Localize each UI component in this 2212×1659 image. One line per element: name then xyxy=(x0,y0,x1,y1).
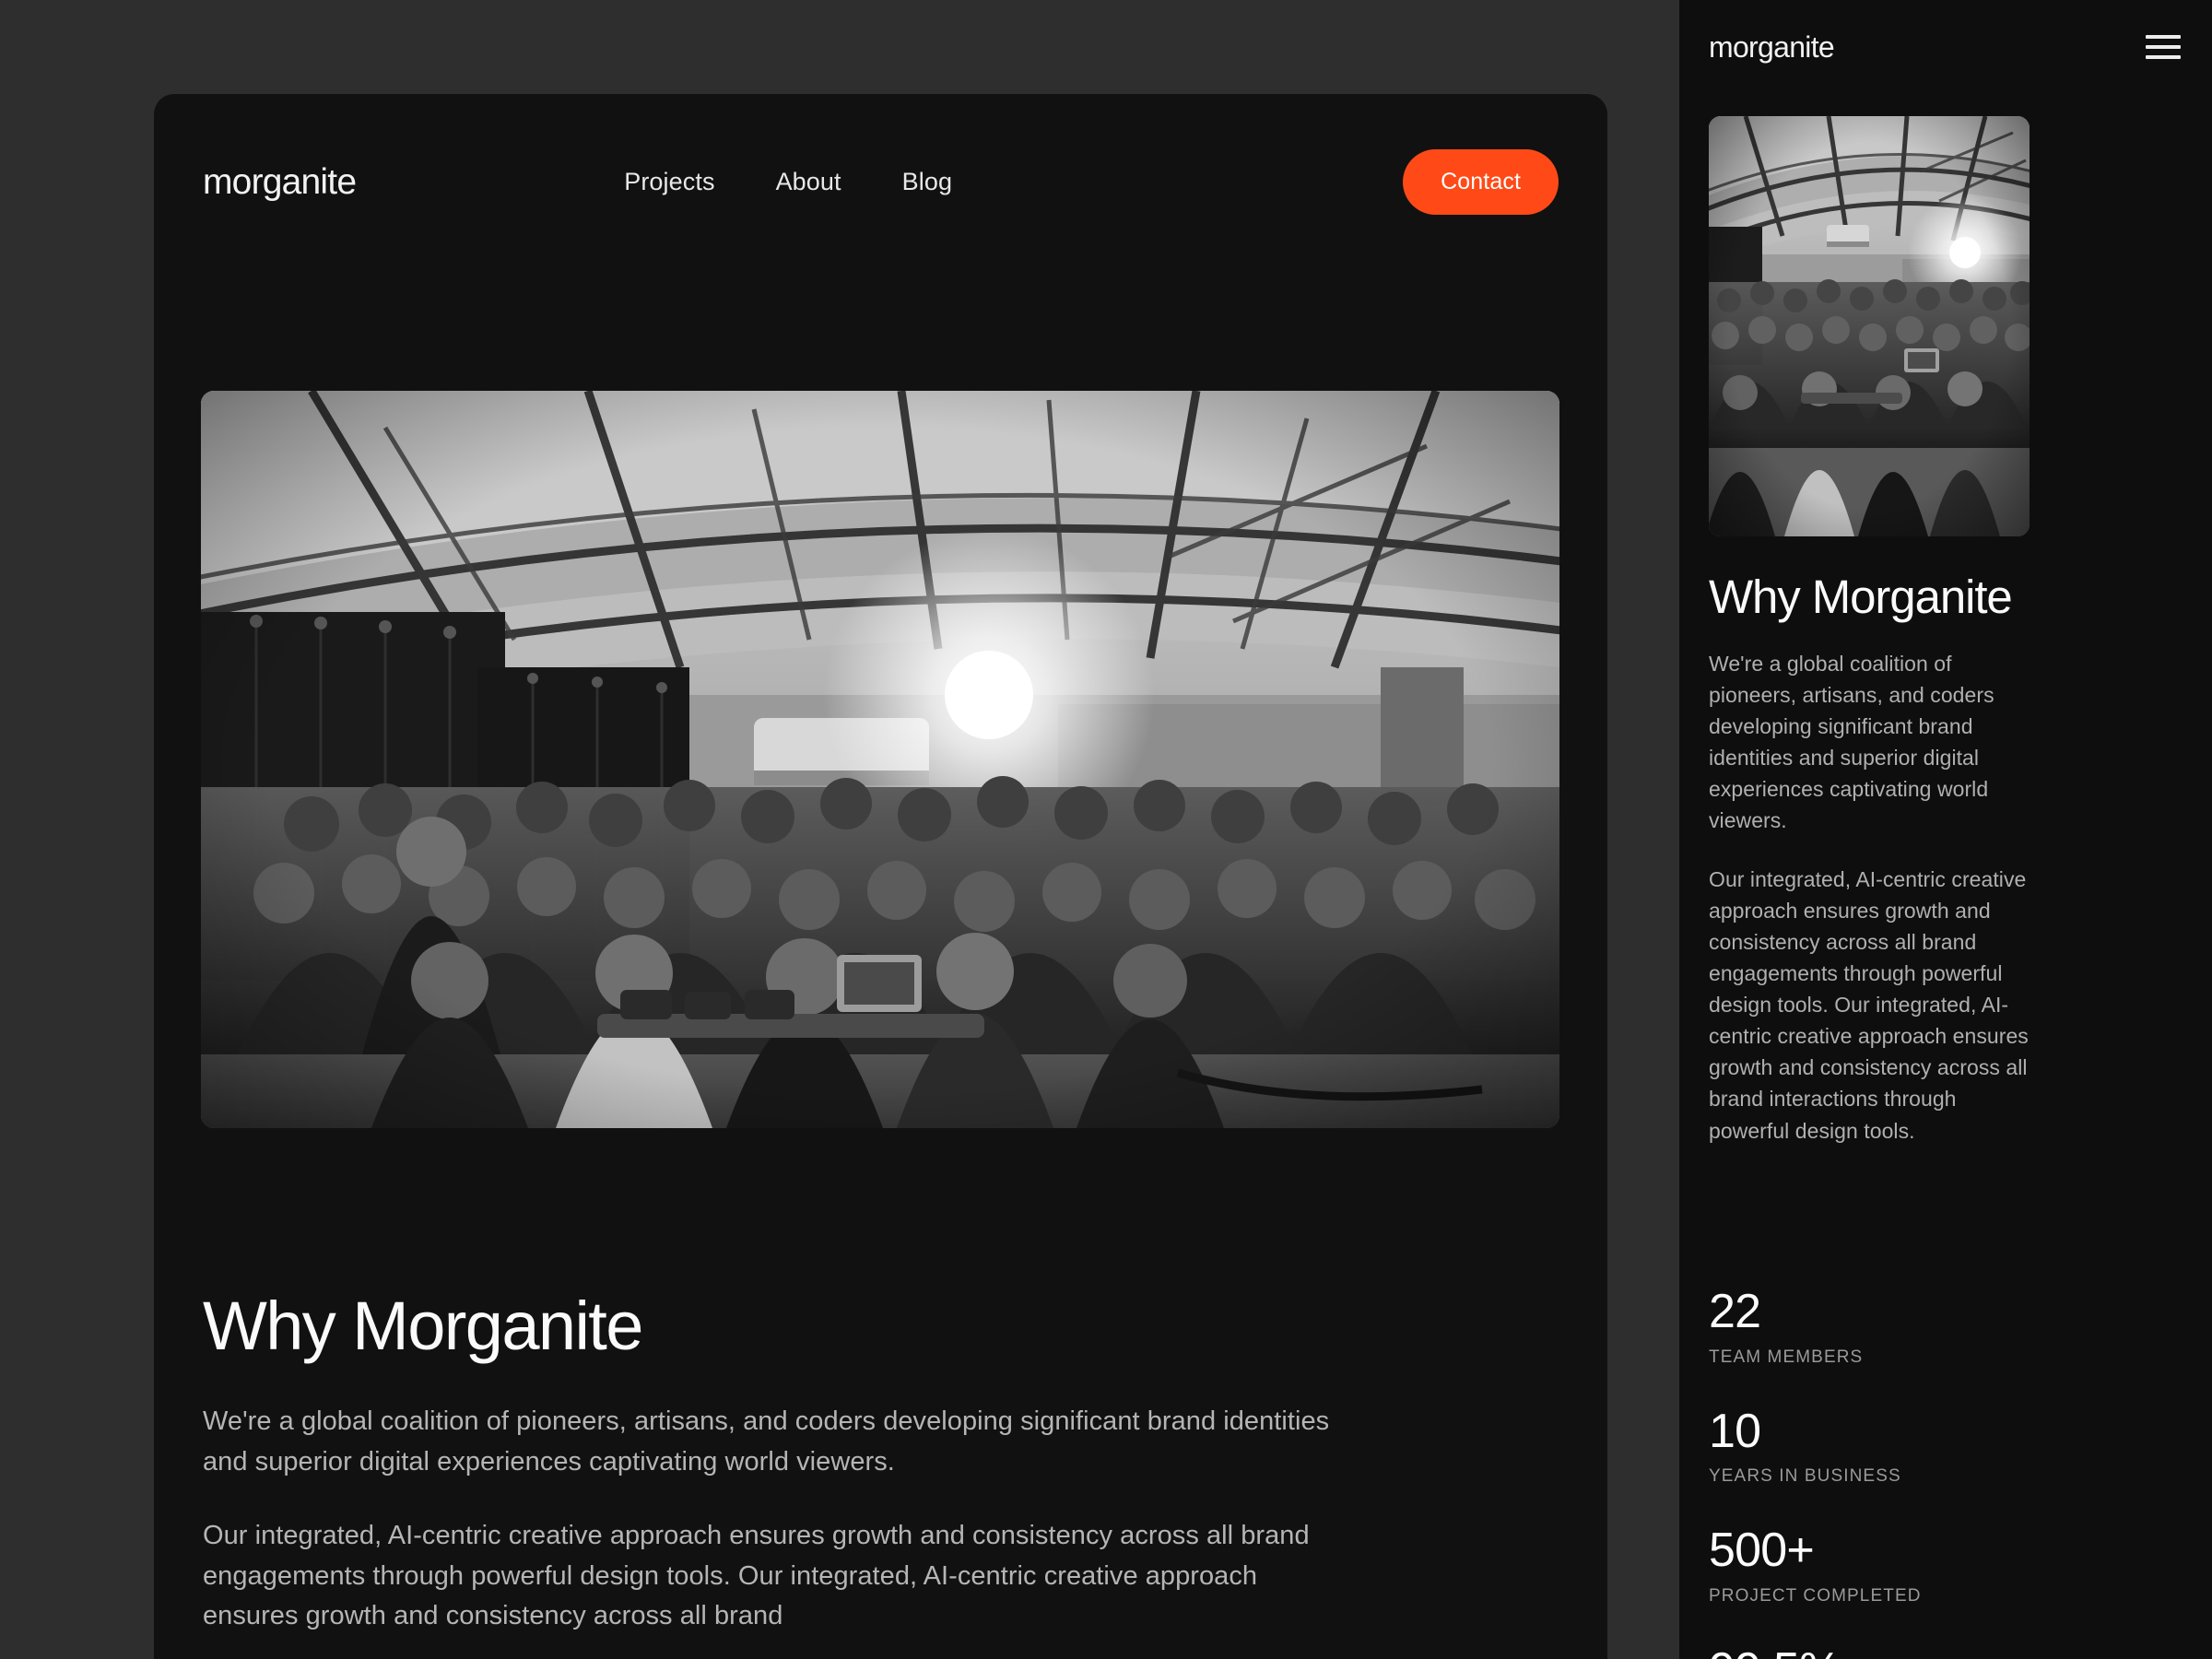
mobile-preview-panel: morganite Why Morganite We're a global c… xyxy=(1679,0,2212,1659)
mobile-logo[interactable]: morganite xyxy=(1709,32,1835,62)
stat-item: 500+ PROJECT COMPLETED xyxy=(1709,1525,2030,1606)
mobile-page-title: Why Morganite xyxy=(1709,571,2013,623)
desktop-nav-links: Projects About Blog xyxy=(624,168,952,196)
stat-label: PROJECT COMPLETED xyxy=(1709,1585,1922,1606)
stat-label: YEARS IN BUSINESS xyxy=(1709,1466,1901,1487)
mobile-hero-image xyxy=(1709,116,2030,536)
stat-value: 99.5% xyxy=(1709,1645,2030,1659)
hamburger-icon[interactable] xyxy=(2146,35,2181,59)
mobile-navbar: morganite xyxy=(1679,0,2212,94)
desktop-hero-image xyxy=(201,391,1559,1128)
desktop-main-copy: Why Morganite We're a global coalition o… xyxy=(203,1292,1355,1637)
page-title: Why Morganite xyxy=(203,1288,643,1364)
stat-value: 10 xyxy=(1709,1404,1761,1458)
warehouse-group-photo-illustration xyxy=(1709,116,2030,536)
mobile-secondary-paragraph: Our integrated, AI-centric creative appr… xyxy=(1709,867,2029,1143)
mobile-intro-paragraph: We're a global coalition of pioneers, ar… xyxy=(1709,652,1994,833)
page-stage: morganite Projects About Blog Contact Wh… xyxy=(0,0,2212,1659)
stat-item: 22 TEAM MEMBERS xyxy=(1709,1287,2030,1368)
intro-paragraph: We're a global coalition of pioneers, ar… xyxy=(203,1406,1330,1477)
stat-item: 10 YEARS IN BUSINESS xyxy=(1709,1406,2030,1488)
nav-item-about[interactable]: About xyxy=(776,168,841,196)
mobile-main-copy: Why Morganite We're a global coalition o… xyxy=(1709,571,2030,1147)
warehouse-group-photo-illustration xyxy=(201,391,1559,1128)
nav-item-projects[interactable]: Projects xyxy=(624,168,714,196)
stats-list: 22 TEAM MEMBERS 10 YEARS IN BUSINESS 500… xyxy=(1709,1287,2030,1659)
contact-button[interactable]: Contact xyxy=(1403,148,1559,215)
stat-item: 99.5% xyxy=(1709,1645,2030,1659)
nav-item-blog[interactable]: Blog xyxy=(902,168,952,196)
stat-value: 22 xyxy=(1709,1285,1761,1338)
hamburger-line xyxy=(2146,35,2181,39)
secondary-paragraph: Our integrated, AI-centric creative appr… xyxy=(203,1521,1310,1630)
hamburger-line xyxy=(2146,55,2181,59)
hamburger-line xyxy=(2146,45,2181,49)
desktop-logo[interactable]: morganite xyxy=(203,164,357,200)
stat-value: 500+ xyxy=(1709,1524,1815,1578)
desktop-navbar: morganite Projects About Blog Contact xyxy=(154,94,1607,269)
stat-label: TEAM MEMBERS xyxy=(1709,1347,1864,1367)
desktop-preview-card: morganite Projects About Blog Contact Wh… xyxy=(154,94,1607,1659)
